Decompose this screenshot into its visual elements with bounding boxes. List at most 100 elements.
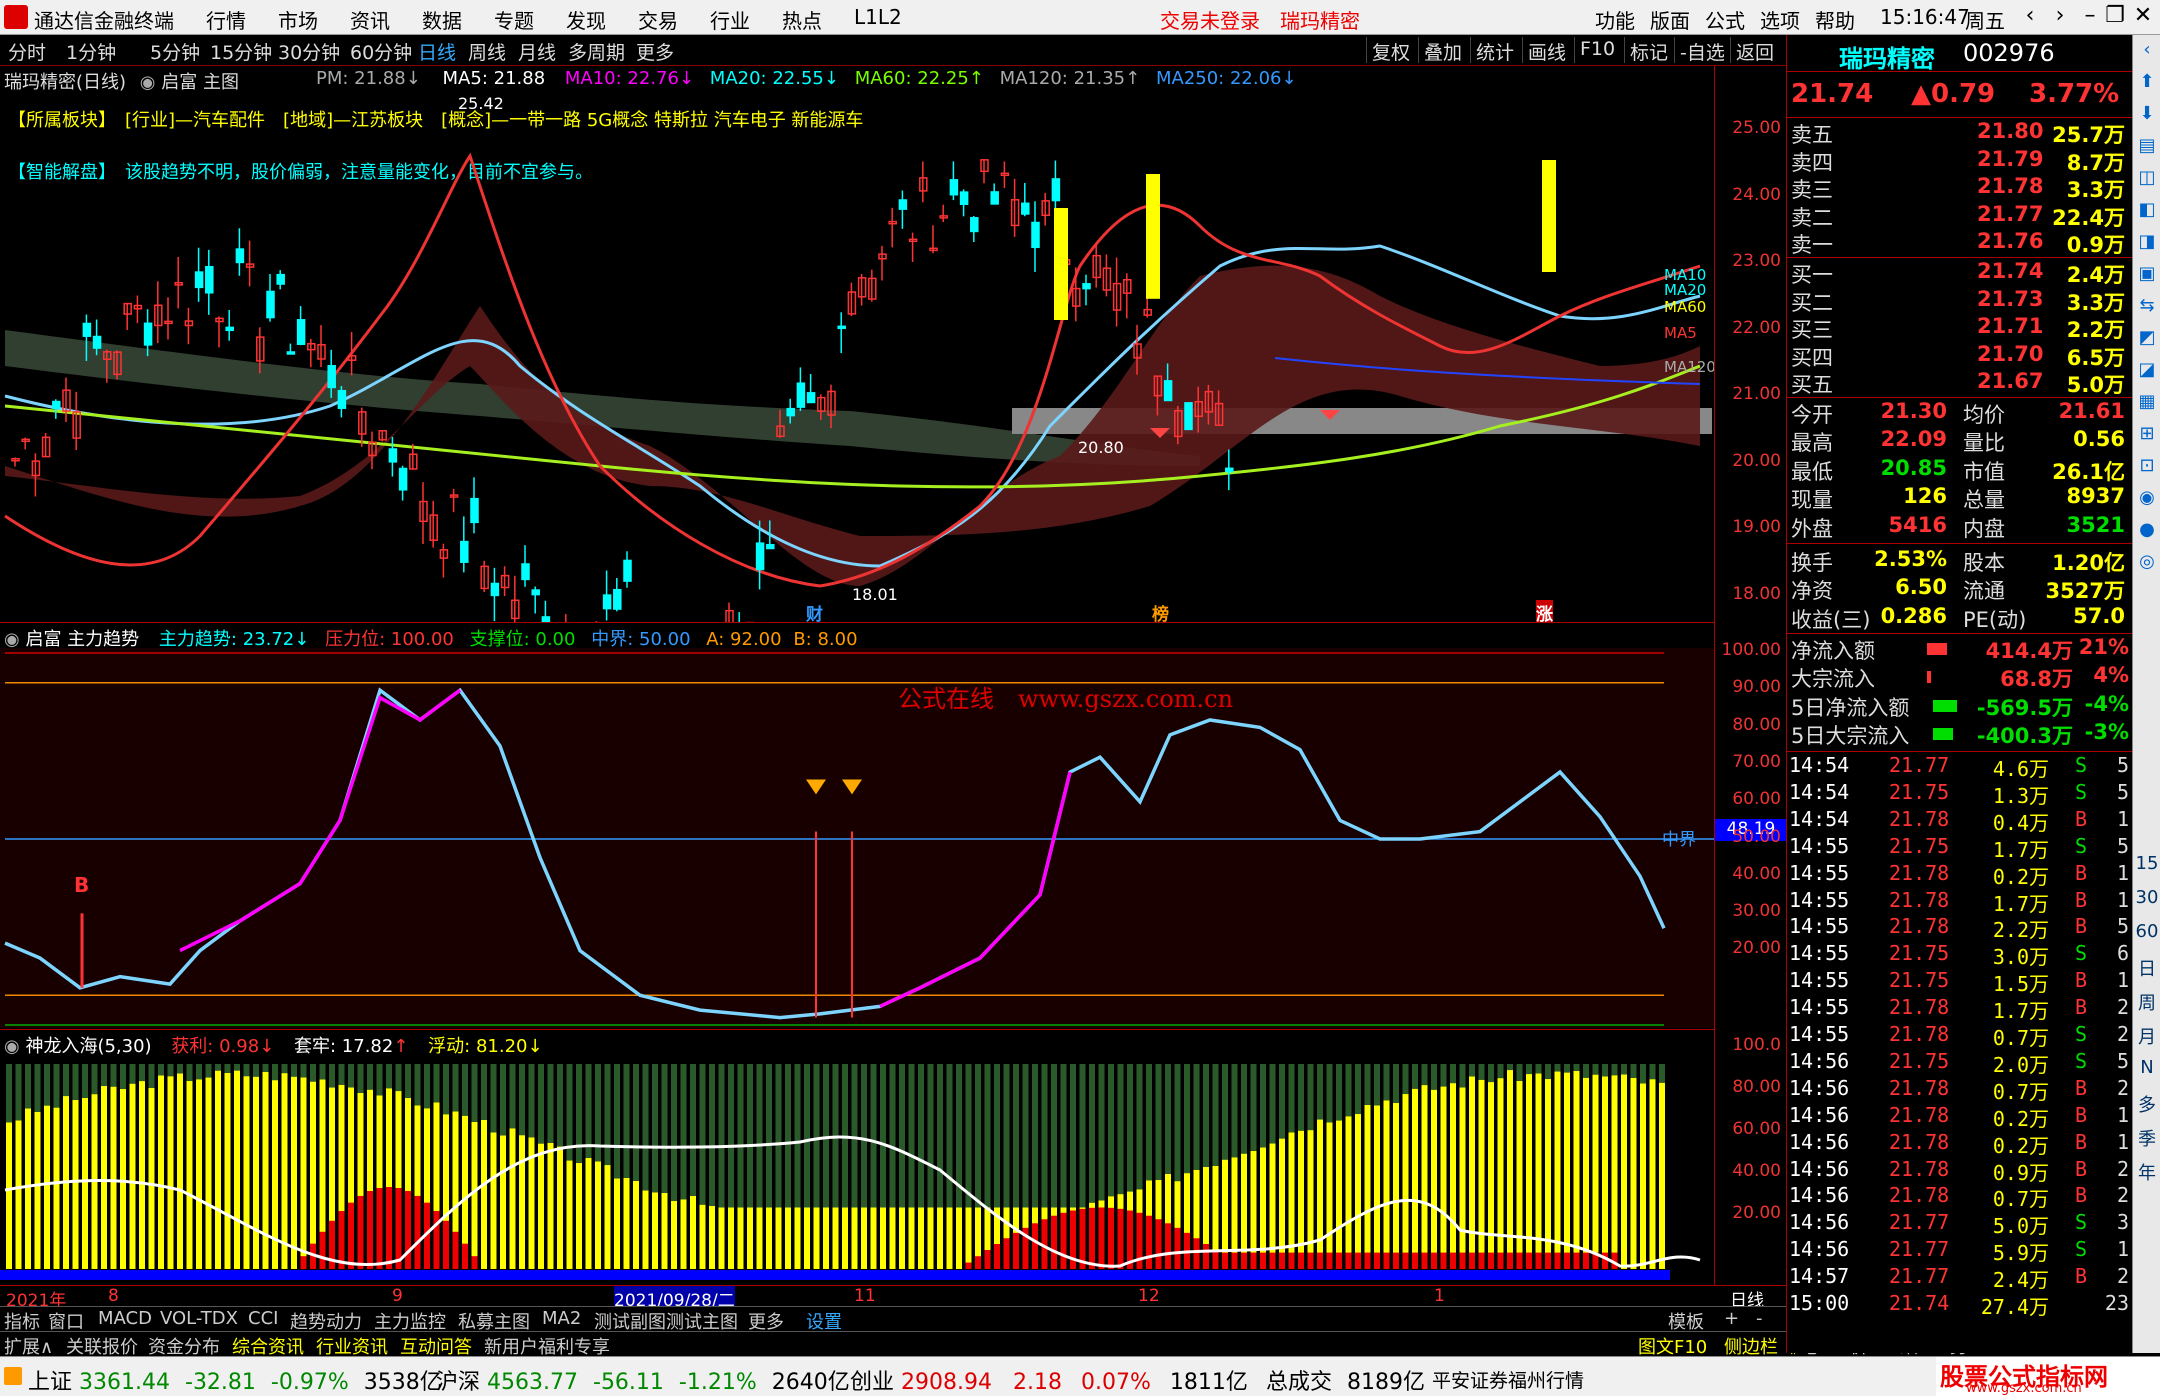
toolbar-button[interactable]: -自选 <box>1680 38 1725 65</box>
menu-item[interactable]: 专题 <box>494 5 534 34</box>
menu-item[interactable]: 公式 <box>1705 5 1745 34</box>
sidebar-tool-icon[interactable]: ◩ <box>2135 327 2159 355</box>
sidebar-tool-icon[interactable]: ◫ <box>2135 167 2159 195</box>
candle-body <box>970 217 979 233</box>
period-tab[interactable]: 周线 <box>468 38 506 65</box>
profit-bar <box>1032 1223 1038 1269</box>
period-tab[interactable]: 月线 <box>518 38 556 65</box>
toolbar-button[interactable]: 统计 <box>1476 38 1514 65</box>
sidebar-tool-icon[interactable]: ● <box>2135 519 2159 547</box>
indicator-tab[interactable]: MA2 <box>542 1308 581 1329</box>
dragon-bar-top <box>319 1064 326 1080</box>
sidebar-tool-icon[interactable]: ◨ <box>2135 231 2159 259</box>
sidebar-period-button[interactable]: 60 <box>2135 921 2159 949</box>
dragon-bar-top <box>633 1064 639 1181</box>
toolbar-button[interactable]: 复权 <box>1372 38 1410 65</box>
toolbar-button[interactable]: 叠加 <box>1424 38 1462 65</box>
sidebar-period-button[interactable]: 15 <box>2135 853 2159 881</box>
menu-item[interactable]: 发现 <box>566 5 606 34</box>
sidebar-period-button[interactable]: 年 <box>2135 1159 2159 1187</box>
dragon-bar-top <box>1250 1064 1257 1151</box>
indicator-tab[interactable]: MACD <box>98 1308 152 1329</box>
sidebar-tool-icon[interactable]: ‹ <box>2135 39 2159 67</box>
dragon-bar-top <box>975 1064 981 1208</box>
menu-item[interactable]: 交易 <box>638 5 678 34</box>
profit-bar <box>1355 1252 1361 1269</box>
close-icon[interactable]: ✕ <box>2128 3 2158 31</box>
menu-item[interactable]: L1L2 <box>854 5 902 29</box>
panel-control-button[interactable]: - <box>1756 1308 1763 1329</box>
toolbar-button[interactable]: 返回 <box>1736 38 1774 65</box>
trend-line-chart[interactable] <box>0 623 1714 1030</box>
candle-body <box>755 542 765 571</box>
period-tab[interactable]: 30分钟 <box>278 38 340 65</box>
back-icon[interactable]: ‹ <box>2015 3 2045 31</box>
login-warning[interactable]: 交易未登录 <box>1160 5 1260 34</box>
sidebar-tool-icon[interactable]: ⇆ <box>2135 295 2159 323</box>
sidebar-tool-icon[interactable]: ⊡ <box>2135 455 2159 483</box>
tick-row: 14:56 21.78 0.2万 B 1 <box>1789 1129 2129 1158</box>
menu-item[interactable]: 行业 <box>710 5 750 34</box>
sidebar-tool-icon[interactable]: ⊞ <box>2135 423 2159 451</box>
sidebar-tool-icon[interactable]: ▣ <box>2135 263 2159 291</box>
period-tab[interactable]: 分时 <box>8 38 46 65</box>
sidebar-tool-icon[interactable]: ⬆ <box>2135 71 2159 99</box>
sidebar-tool-icon[interactable]: ◧ <box>2135 199 2159 227</box>
menu-item[interactable]: 选项 <box>1760 5 1800 34</box>
sidebar-period-button[interactable]: 日 <box>2135 955 2159 983</box>
index-cy[interactable]: 创业 2908.94 2.18 0.07% 1811亿 <box>850 1364 1248 1396</box>
dragon-bar <box>680 1199 687 1269</box>
menu-item[interactable]: 版面 <box>1650 5 1690 34</box>
period-tab[interactable]: 15分钟 <box>210 38 272 65</box>
dragon-bar-chart[interactable] <box>0 1030 1714 1286</box>
sidebar-tool-icon[interactable]: ⬇ <box>2135 103 2159 131</box>
toolbar-button[interactable]: 标记 <box>1630 38 1668 65</box>
restore-icon[interactable]: ❐ <box>2100 3 2130 31</box>
profit-bar <box>1545 1252 1551 1269</box>
period-tab[interactable]: 5分钟 <box>150 38 200 65</box>
gear-icon[interactable]: ◉ <box>4 1036 20 1057</box>
toolbar-button[interactable]: F10 <box>1580 38 1615 60</box>
panel-control-button[interactable]: + <box>1724 1308 1739 1329</box>
menu-item[interactable]: 市场 <box>278 5 318 34</box>
dragon-bar <box>224 1072 231 1269</box>
candlestick-chart[interactable] <box>0 66 1714 622</box>
indicator-tab[interactable]: VOL-TDX <box>160 1308 238 1329</box>
candle-body <box>398 467 408 491</box>
period-tab[interactable]: 60分钟 <box>350 38 412 65</box>
dragon-bar-top <box>177 1064 183 1074</box>
forward-icon[interactable]: › <box>2045 3 2075 31</box>
sidebar-period-button[interactable]: 季 <box>2135 1125 2159 1153</box>
indicator-tab[interactable]: CCI <box>248 1308 278 1329</box>
total-turnover: 总成交 8189亿 <box>1266 1370 1426 1395</box>
index-sh[interactable]: 上证 3361.44 -32.81 -0.97% 3538亿 <box>28 1364 442 1396</box>
period-tab[interactable]: 1分钟 <box>66 38 116 65</box>
toolbar-button[interactable]: 画线 <box>1528 38 1566 65</box>
sidebar-period-button[interactable]: 周 <box>2135 989 2159 1017</box>
sidebar-period-button[interactable]: 多 <box>2135 1091 2159 1119</box>
sidebar-tool-icon[interactable]: ▤ <box>2135 135 2159 163</box>
dragon-bar <box>25 1108 31 1269</box>
index-sz[interactable]: 沪深 4563.77 -56.11 -1.21% 2640亿 <box>436 1364 850 1396</box>
dragon-panel[interactable]: ◉ 神龙入海(5,30) 获利: 0.98↓ 套牢: 17.82↑ 浮动: 81… <box>0 1029 1714 1286</box>
menu-item[interactable]: 行情 <box>206 5 246 34</box>
sidebar-period-button[interactable]: 月 <box>2135 1023 2159 1051</box>
period-tab[interactable]: 更多 <box>636 38 674 65</box>
dragon-bar-top <box>1478 1064 1485 1080</box>
menu-item[interactable]: 资讯 <box>350 5 390 34</box>
menu-item[interactable]: 功能 <box>1595 5 1635 34</box>
alert-icon[interactable] <box>4 1367 22 1385</box>
menu-item[interactable]: 热点 <box>782 5 822 34</box>
trend-panel[interactable]: ◉ 启富 主力趋势 主力趋势: 23.72↓ 压力位: 100.00 支撑位: … <box>0 622 1714 1030</box>
menu-item[interactable]: 数据 <box>422 5 462 34</box>
sidebar-period-button[interactable]: N <box>2135 1057 2159 1085</box>
main-chart-panel[interactable]: 瑞玛精密(日线) ◉ 启富 主图 PM: 21.88↓ MA5: 21.88 M… <box>0 66 1716 625</box>
sidebar-tool-icon[interactable]: ◎ <box>2135 551 2159 579</box>
period-tab[interactable]: 日线 <box>418 38 456 65</box>
sidebar-period-button[interactable]: 30 <box>2135 887 2159 915</box>
sidebar-tool-icon[interactable]: ◪ <box>2135 359 2159 387</box>
sidebar-tool-icon[interactable]: ◉ <box>2135 487 2159 515</box>
menu-item[interactable]: 帮助 <box>1815 5 1855 34</box>
sidebar-tool-icon[interactable]: ▦ <box>2135 391 2159 419</box>
period-tab[interactable]: 多周期 <box>568 38 625 65</box>
